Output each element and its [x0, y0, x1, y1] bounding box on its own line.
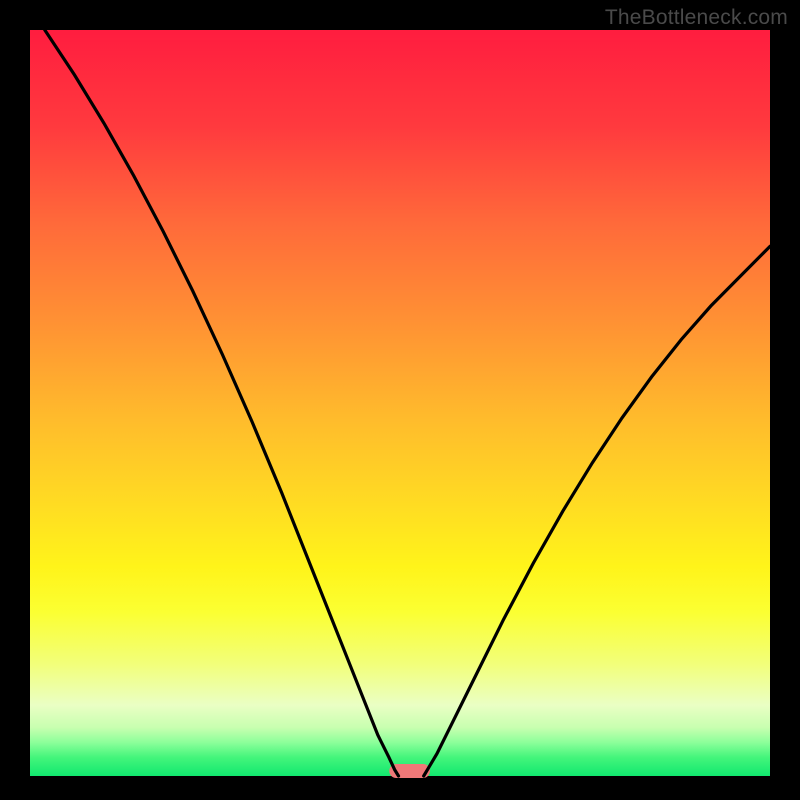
watermark-label: TheBottleneck.com — [605, 6, 788, 30]
bottleneck-chart: TheBottleneck.com — [0, 0, 800, 800]
chart-svg — [0, 0, 800, 800]
plot-background — [30, 30, 770, 776]
